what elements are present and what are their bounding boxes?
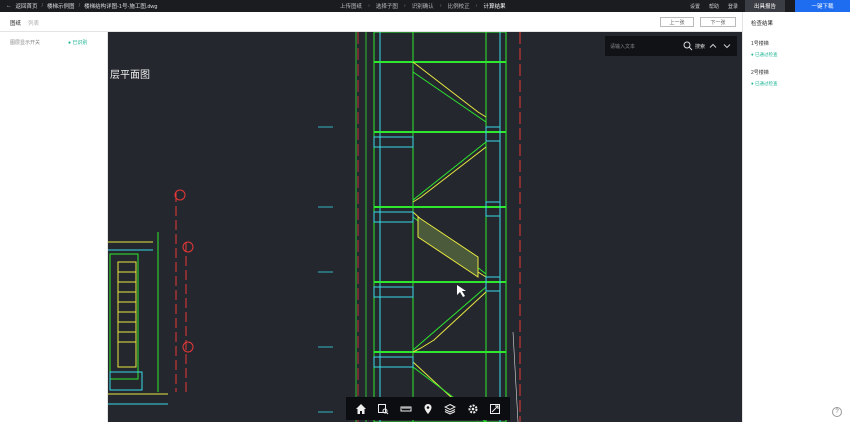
- step-confirm[interactable]: 识别确认: [412, 2, 434, 10]
- breadcrumb-separator: /: [78, 3, 81, 9]
- cad-drawing: 层平面图: [108, 32, 521, 422]
- help-icon[interactable]: ?: [832, 407, 842, 417]
- tab-list[interactable]: 列表: [28, 19, 39, 27]
- cad-drawing-canvas[interactable]: 层平面图: [108, 32, 742, 422]
- breadcrumb-project[interactable]: 楼梯示例图: [47, 2, 75, 10]
- breadcrumb-separator: /: [41, 3, 44, 9]
- search-icon[interactable]: [683, 41, 693, 51]
- zoom-region-icon[interactable]: [376, 402, 390, 416]
- search-input[interactable]: 请输入文本: [610, 43, 635, 50]
- layer-toggle-label[interactable]: 图层显示开关: [10, 39, 40, 46]
- result-section-item[interactable]: ● 已通过检查: [751, 81, 777, 87]
- step-separator: ›: [475, 3, 478, 9]
- step-result[interactable]: 计算结果: [483, 2, 505, 10]
- back-arrow-icon[interactable]: ←: [6, 3, 12, 9]
- chevron-down-icon[interactable]: [722, 41, 732, 51]
- step-separator: ›: [403, 3, 406, 9]
- next-drawing-button[interactable]: 下一张: [700, 17, 736, 27]
- view-toolbar: 图纸 列表 上一张 下一张: [0, 12, 742, 32]
- result-section-item[interactable]: ● 已通过检查: [751, 52, 777, 58]
- result-section-heading[interactable]: 1号楼梯: [751, 40, 769, 47]
- measure-icon[interactable]: [399, 402, 413, 416]
- search-button[interactable]: 搜索: [695, 43, 705, 50]
- chevron-up-icon[interactable]: [708, 41, 718, 51]
- help-link[interactable]: 帮助: [709, 3, 719, 10]
- dimension-column: [318, 32, 367, 422]
- back-link[interactable]: 返回首页: [16, 2, 38, 10]
- staircase-section: [373, 32, 521, 422]
- left-panel: 图层显示开关 ● 已识别: [0, 32, 108, 422]
- home-icon[interactable]: [354, 402, 368, 416]
- top-navigation-bar: ← 返回首页 / 楼梯示例图 / 楼梯结构详图-1号-施工图.dwg 上传图纸 …: [0, 0, 850, 12]
- floor-plan-title: 层平面图: [110, 69, 150, 81]
- result-section-heading[interactable]: 2号楼梯: [751, 69, 769, 76]
- workflow-steps: 上传图纸 › 选择子图 › 识别确认 › 比例校正 › 计算结果: [340, 0, 505, 12]
- mouse-cursor: [457, 285, 466, 297]
- search-box: 请输入文本 搜索: [605, 36, 737, 56]
- left-floor-plan: [108, 189, 194, 405]
- settings-link[interactable]: 设置: [690, 3, 700, 10]
- previous-drawing-button[interactable]: 上一张: [660, 17, 694, 27]
- login-link[interactable]: 登录: [728, 3, 738, 10]
- top-right-links: 设置 帮助 登录: [690, 0, 738, 12]
- review-report-button[interactable]: 出具报告: [745, 0, 785, 12]
- step-separator: ›: [439, 3, 442, 9]
- download-button[interactable]: 一键下载: [795, 0, 850, 12]
- results-panel: 检查结果 1号楼梯 ● 已通过检查 2号楼梯 ● 已通过检查: [742, 12, 850, 422]
- fullscreen-icon[interactable]: [488, 402, 502, 416]
- breadcrumb: ← 返回首页 / 楼梯示例图 / 楼梯结构详图-1号-施工图.dwg: [6, 0, 157, 12]
- cad-toolbar: [346, 397, 510, 420]
- step-scale[interactable]: 比例校正: [448, 2, 470, 10]
- results-title: 检查结果: [751, 21, 774, 27]
- breadcrumb-filename: 楼梯结构详图-1号-施工图.dwg: [84, 4, 158, 10]
- tab-drawing[interactable]: 图纸: [10, 19, 21, 27]
- step-upload[interactable]: 上传图纸: [340, 2, 362, 10]
- step-select[interactable]: 选择子图: [376, 2, 398, 10]
- layers-icon[interactable]: [443, 402, 457, 416]
- step-separator: ›: [368, 3, 370, 9]
- gear-icon[interactable]: [466, 402, 480, 416]
- layer-status: ● 已识别: [68, 40, 88, 46]
- location-pin-icon[interactable]: [421, 402, 435, 416]
